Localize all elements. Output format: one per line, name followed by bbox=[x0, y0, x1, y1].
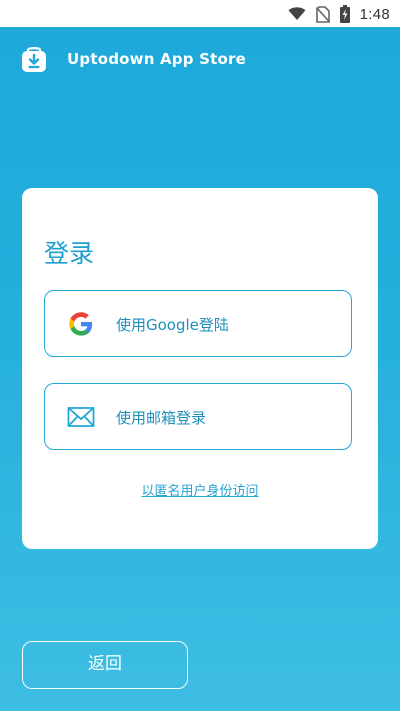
google-login-label: 使用Google登陆 bbox=[116, 316, 229, 334]
google-icon bbox=[69, 312, 93, 336]
uptodown-logo-icon bbox=[22, 47, 46, 72]
login-card: 登录 使用Google登陆 使用邮箱登录 以匿名用户身份访问 bbox=[22, 188, 378, 549]
no-sim-icon bbox=[315, 5, 330, 23]
app-header: Uptodown App Store bbox=[0, 27, 400, 93]
email-login-button[interactable]: 使用邮箱登录 bbox=[44, 383, 352, 450]
battery-charging-icon bbox=[339, 5, 350, 23]
status-time: 1:48 bbox=[359, 5, 390, 23]
anonymous-access-link[interactable]: 以匿名用户身份访问 bbox=[22, 480, 378, 499]
mail-icon bbox=[67, 407, 95, 427]
login-title: 登录 bbox=[44, 239, 95, 268]
google-login-button[interactable]: 使用Google登陆 bbox=[44, 290, 352, 357]
status-icons: 1:48 bbox=[288, 4, 390, 24]
back-button[interactable]: 返回 bbox=[22, 641, 188, 689]
wifi-icon bbox=[288, 7, 306, 20]
app-title: Uptodown App Store bbox=[67, 50, 246, 68]
email-login-label: 使用邮箱登录 bbox=[116, 409, 207, 427]
status-bar: 1:48 bbox=[0, 0, 400, 27]
